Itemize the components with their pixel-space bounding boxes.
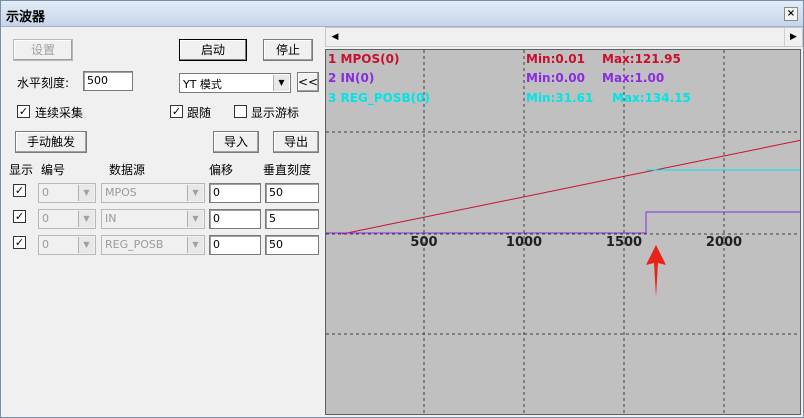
channel-3-source-select[interactable]: REG_POSB ▼ (101, 235, 205, 255)
channel-2-show-checkbox[interactable] (13, 210, 26, 223)
chevron-down-icon[interactable]: ▼ (78, 237, 94, 253)
channel-3-number-select[interactable]: 0 ▼ (38, 235, 96, 255)
follow-label: 跟随 (187, 106, 212, 120)
x-tick-label: 2000 (706, 235, 742, 250)
chevron-down-icon[interactable]: ▼ (187, 211, 203, 227)
channel-1-scale-input[interactable]: 50 (265, 183, 319, 203)
oscilloscope-window: 示波器 × 设置 启动 停止 水平刻度: 500 YT 模式 ▼ << 连续采集… (0, 0, 804, 418)
channel-3-offset-input[interactable]: 0 (209, 235, 261, 255)
chevron-down-icon[interactable]: ▼ (187, 185, 203, 201)
legend-ch1-min: Min:0.01 (526, 52, 586, 66)
chevron-down-icon[interactable]: ▼ (78, 211, 94, 227)
channel-3-number: 0 (42, 238, 49, 251)
legend-ch3-name: 3 REG_POSB(0) (328, 91, 430, 105)
channel-3-scale-input[interactable]: 50 (265, 235, 319, 255)
scope-traces (326, 139, 800, 235)
legend-ch2-max: Max:1.00 (602, 71, 665, 85)
hscale-input[interactable]: 500 (83, 71, 133, 91)
chevron-down-icon[interactable]: ▼ (78, 185, 94, 201)
mode-select[interactable]: YT 模式 ▼ (179, 73, 291, 93)
cursor-label: 显示游标 (251, 106, 300, 120)
legend-ch1-max: Max:121.95 (602, 52, 681, 66)
stop-button[interactable]: 停止 (263, 39, 313, 61)
trace-1 (341, 139, 800, 235)
col-header-show: 显示 (9, 163, 34, 177)
channel-1-number-select[interactable]: 0 ▼ (38, 183, 96, 203)
channel-2-source: IN (105, 212, 117, 225)
red-arrow-icon (646, 245, 666, 297)
legend-ch3-min: Min:31.61 (526, 91, 594, 105)
title-bar: 示波器 × (1, 1, 803, 27)
scroll-right-icon[interactable]: ▶ (784, 28, 802, 46)
start-button[interactable]: 启动 (179, 39, 247, 61)
window-title: 示波器 (6, 10, 46, 25)
scope-display[interactable]: 500 1000 1500 2000 1 MPOS(0) Min:0.01 Max:1… (325, 49, 801, 415)
export-button[interactable]: 导出 (273, 131, 319, 153)
col-header-source: 数据源 (109, 163, 146, 177)
scope-horizontal-scrollbar[interactable]: ◀ ▶ (325, 27, 803, 47)
scope-x-ticks: 500 1000 1500 2000 (410, 235, 742, 250)
channel-2-source-select[interactable]: IN ▼ (101, 209, 205, 229)
settings-button[interactable]: 设置 (13, 39, 73, 61)
scroll-left-icon[interactable]: ◀ (326, 28, 344, 46)
channel-3-source: REG_POSB (105, 238, 164, 251)
channel-3-show-checkbox[interactable] (13, 236, 26, 249)
manual-trigger-button[interactable]: 手动触发 (15, 131, 87, 153)
x-tick-label: 500 (410, 235, 437, 250)
channel-2-scale-input[interactable]: 5 (265, 209, 319, 229)
channel-2-number-select[interactable]: 0 ▼ (38, 209, 96, 229)
cursor-checkbox[interactable] (234, 105, 247, 118)
legend-ch1-name: 1 MPOS(0) (328, 52, 400, 66)
col-header-number: 编号 (41, 163, 66, 177)
mode-select-value: YT 模式 (183, 78, 222, 91)
chevron-down-icon[interactable]: ▼ (187, 237, 203, 253)
legend-ch2-min: Min:0.00 (526, 71, 586, 85)
continuous-label: 连续采集 (35, 106, 84, 120)
col-header-scale: 垂直刻度 (263, 163, 312, 177)
x-tick-label: 1500 (606, 235, 642, 250)
legend-ch2-name: 2 IN(0) (328, 71, 375, 85)
import-button[interactable]: 导入 (213, 131, 259, 153)
close-button[interactable]: × (784, 7, 798, 21)
col-header-offset: 偏移 (209, 163, 234, 177)
channel-2-number: 0 (42, 212, 49, 225)
channel-1-source: MPOS (105, 186, 137, 199)
legend-ch3-max: Max:134.15 (612, 91, 691, 105)
continuous-checkbox[interactable] (17, 105, 30, 118)
hscale-label: 水平刻度: (17, 76, 70, 90)
chevron-down-icon[interactable]: ▼ (273, 75, 289, 91)
channel-1-source-select[interactable]: MPOS ▼ (101, 183, 205, 203)
channel-2-offset-input[interactable]: 0 (209, 209, 261, 229)
collapse-button[interactable]: << (297, 72, 319, 92)
follow-checkbox[interactable] (170, 105, 183, 118)
channel-1-offset-input[interactable]: 0 (209, 183, 261, 203)
channel-1-number: 0 (42, 186, 49, 199)
x-tick-label: 1000 (506, 235, 542, 250)
channel-1-show-checkbox[interactable] (13, 184, 26, 197)
